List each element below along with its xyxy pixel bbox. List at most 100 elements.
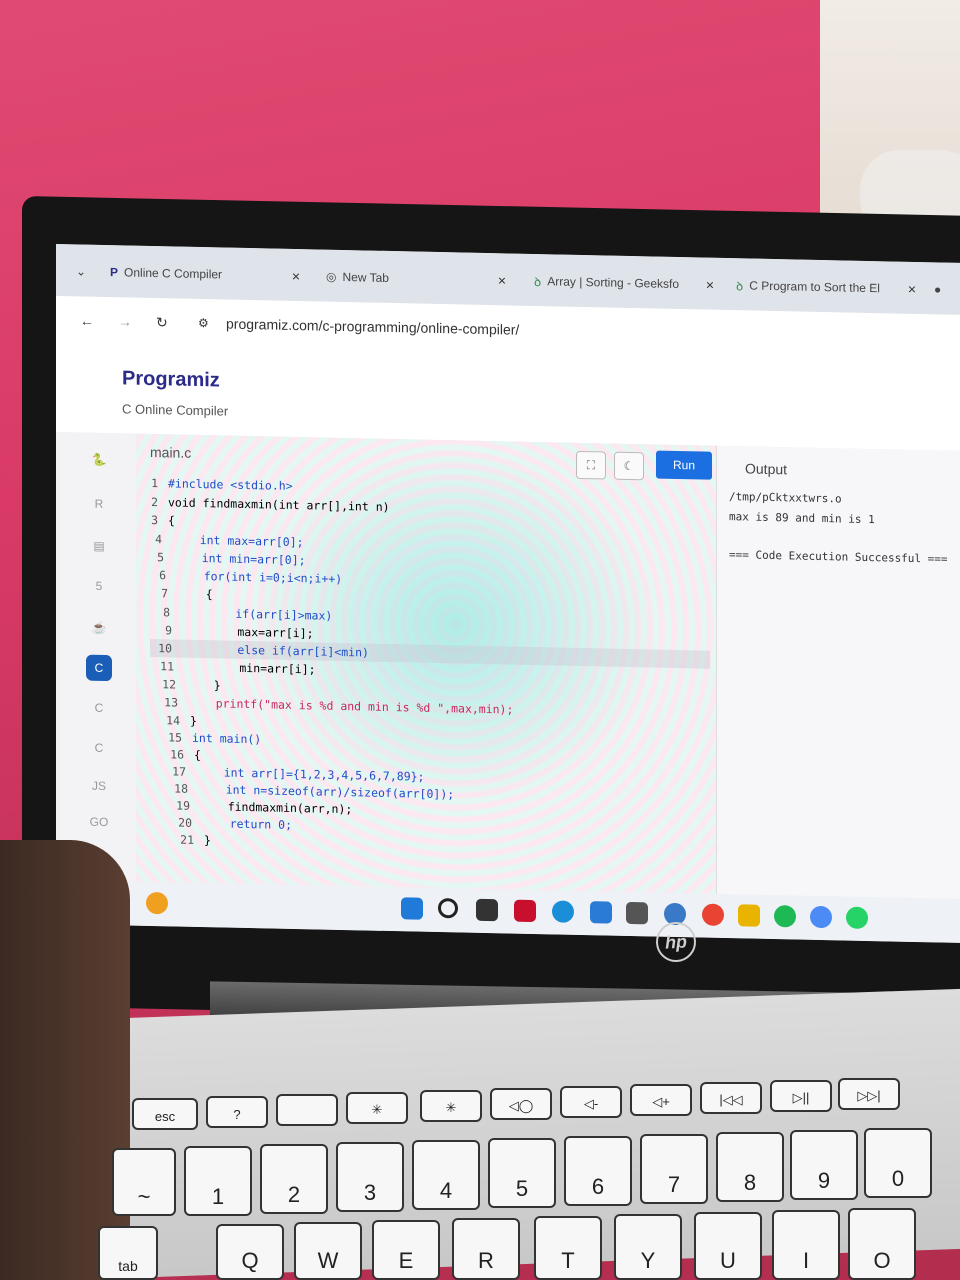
key-e[interactable]: E: [372, 1220, 440, 1280]
geeksforgeeks-icon: ꝺ: [534, 274, 542, 289]
windows-start-icon[interactable]: [401, 897, 423, 920]
key-f8[interactable]: |◁◁: [700, 1082, 762, 1114]
key-f10[interactable]: ▷▷|: [838, 1078, 900, 1110]
key-f3[interactable]: ✳: [346, 1092, 408, 1124]
csharp-icon[interactable]: C: [86, 735, 112, 762]
tab-c-program-sort[interactable]: ꝺ C Program to Sort the El ×: [736, 270, 916, 304]
back-icon[interactable]: ←: [80, 313, 94, 329]
hand-in-frame: [0, 840, 130, 1280]
close-tab-icon[interactable]: ×: [908, 281, 916, 297]
close-tab-icon[interactable]: ×: [498, 272, 506, 288]
mcafee-icon[interactable]: [514, 899, 536, 923]
key-8[interactable]: 8: [716, 1132, 784, 1202]
key-4[interactable]: 4: [412, 1140, 480, 1210]
programiz-favicon-icon: P: [110, 265, 119, 280]
code-editor[interactable]: main.c ⛶ ☾ Run 1 #include <stdio.h> 2 void…: [136, 433, 716, 906]
key-f2[interactable]: [276, 1094, 338, 1126]
site-info-icon[interactable]: ⚙: [198, 316, 209, 330]
key-3[interactable]: 3: [336, 1142, 404, 1212]
cpp-icon[interactable]: C: [86, 695, 112, 722]
code-line: 16{: [170, 747, 201, 763]
output-title: Output: [745, 460, 788, 478]
c-language-icon[interactable]: C: [86, 654, 112, 682]
url-field[interactable]: programiz.com/c-programming/online-compi…: [226, 316, 519, 338]
page-subtitle: C Online Compiler: [122, 401, 229, 419]
key-7[interactable]: 7: [640, 1134, 708, 1204]
key-o[interactable]: O: [848, 1208, 916, 1280]
pulse-app-icon[interactable]: [590, 901, 612, 924]
key-q[interactable]: Q: [216, 1224, 284, 1280]
key-tab[interactable]: tab: [98, 1226, 158, 1280]
key-f4[interactable]: ✳: [420, 1090, 482, 1122]
run-button[interactable]: Run: [656, 450, 712, 480]
tab-title: Online C Compiler: [124, 265, 223, 282]
key-r[interactable]: R: [452, 1218, 520, 1280]
code-line: 12 }: [162, 677, 221, 693]
reload-icon[interactable]: ↻: [156, 314, 168, 331]
key-5[interactable]: 5: [488, 1138, 556, 1208]
key-u[interactable]: U: [694, 1212, 762, 1280]
spotify-icon[interactable]: [774, 905, 796, 928]
key-f6[interactable]: ◁-: [560, 1086, 622, 1118]
close-tab-icon[interactable]: ×: [292, 268, 300, 284]
key-f5[interactable]: ◁◯: [490, 1088, 552, 1120]
key-6[interactable]: 6: [564, 1136, 632, 1206]
tab-title: C Program to Sort the El: [749, 278, 880, 296]
theme-toggle-icon[interactable]: ☾: [614, 451, 644, 481]
key-f7[interactable]: ◁+: [630, 1084, 692, 1116]
key-t[interactable]: T: [534, 1216, 602, 1280]
programiz-logo[interactable]: Programiz: [122, 367, 220, 392]
javascript-icon[interactable]: JS: [86, 773, 112, 800]
code-line: 13 printf("max is %d and min is %d ",max…: [164, 695, 514, 717]
sql-database-icon[interactable]: ▤: [86, 533, 112, 560]
chrome-profile-icon[interactable]: [810, 905, 832, 929]
search-icon[interactable]: [438, 898, 458, 919]
key-2[interactable]: 2: [260, 1144, 328, 1214]
key-i[interactable]: I: [772, 1210, 840, 1280]
github-icon[interactable]: ●: [934, 274, 954, 304]
whatsapp-icon[interactable]: [846, 906, 868, 930]
code-line: 14}: [166, 713, 197, 728]
forward-icon[interactable]: →: [118, 313, 132, 329]
r-language-icon[interactable]: R: [86, 491, 112, 518]
key-tilde[interactable]: ~: [112, 1148, 176, 1216]
weather-widget-icon[interactable]: [146, 891, 168, 915]
laptop-screen: ⌄ P Online C Compiler × ◎ New Tab × ꝺ Ar…: [56, 244, 960, 943]
store-icon[interactable]: [626, 901, 648, 925]
go-icon[interactable]: GO: [86, 809, 112, 836]
tab-online-c-compiler[interactable]: P Online C Compiler ×: [110, 257, 300, 291]
code-line: 21}: [180, 832, 211, 848]
output-panel: Output /tmp/pCktxxtwrs.o max is 89 and m…: [716, 445, 960, 911]
tab-array-sorting[interactable]: ꝺ Array | Sorting - Geeksfo ×: [534, 266, 714, 300]
output-line: === Code Execution Successful ===: [729, 548, 948, 566]
tab-title: Array | Sorting - Geeksfo: [547, 274, 680, 292]
chrome-icon: ◎: [326, 269, 337, 284]
code-line: 3{: [151, 512, 175, 528]
geeksforgeeks-icon: ꝺ: [736, 278, 744, 293]
edge-icon[interactable]: [552, 900, 574, 923]
html5-icon[interactable]: 5: [86, 573, 112, 600]
key-f1[interactable]: ?: [206, 1096, 268, 1128]
key-f9[interactable]: ▷||: [770, 1080, 832, 1112]
java-icon[interactable]: ☕: [86, 615, 112, 642]
key-1[interactable]: 1: [184, 1146, 252, 1216]
fullscreen-icon[interactable]: ⛶: [576, 450, 606, 480]
key-9[interactable]: 9: [790, 1130, 858, 1200]
key-esc[interactable]: esc: [132, 1098, 198, 1130]
key-w[interactable]: W: [294, 1222, 362, 1280]
key-0[interactable]: 0: [864, 1128, 932, 1198]
chrome-taskbar-icon[interactable]: [702, 903, 724, 926]
task-view-icon[interactable]: [476, 898, 498, 922]
close-tab-icon[interactable]: ×: [706, 277, 714, 293]
file-explorer-icon[interactable]: [738, 904, 760, 927]
code-line: 7 {: [161, 586, 213, 602]
code-line: 1 #include <stdio.h>: [151, 475, 293, 493]
output-line: max is 89 and min is 1: [729, 510, 875, 527]
tab-title: New Tab: [342, 270, 389, 285]
file-name: main.c: [150, 443, 192, 461]
output-line: /tmp/pCktxxtwrs.o: [729, 490, 842, 506]
python-icon[interactable]: 🐍: [86, 447, 112, 474]
language-rail: 🐍 R ▤ 5 ☕ C C C JS GO php: [56, 432, 137, 894]
key-y[interactable]: Y: [614, 1214, 682, 1280]
tab-new-tab[interactable]: ◎ New Tab ×: [326, 262, 506, 296]
